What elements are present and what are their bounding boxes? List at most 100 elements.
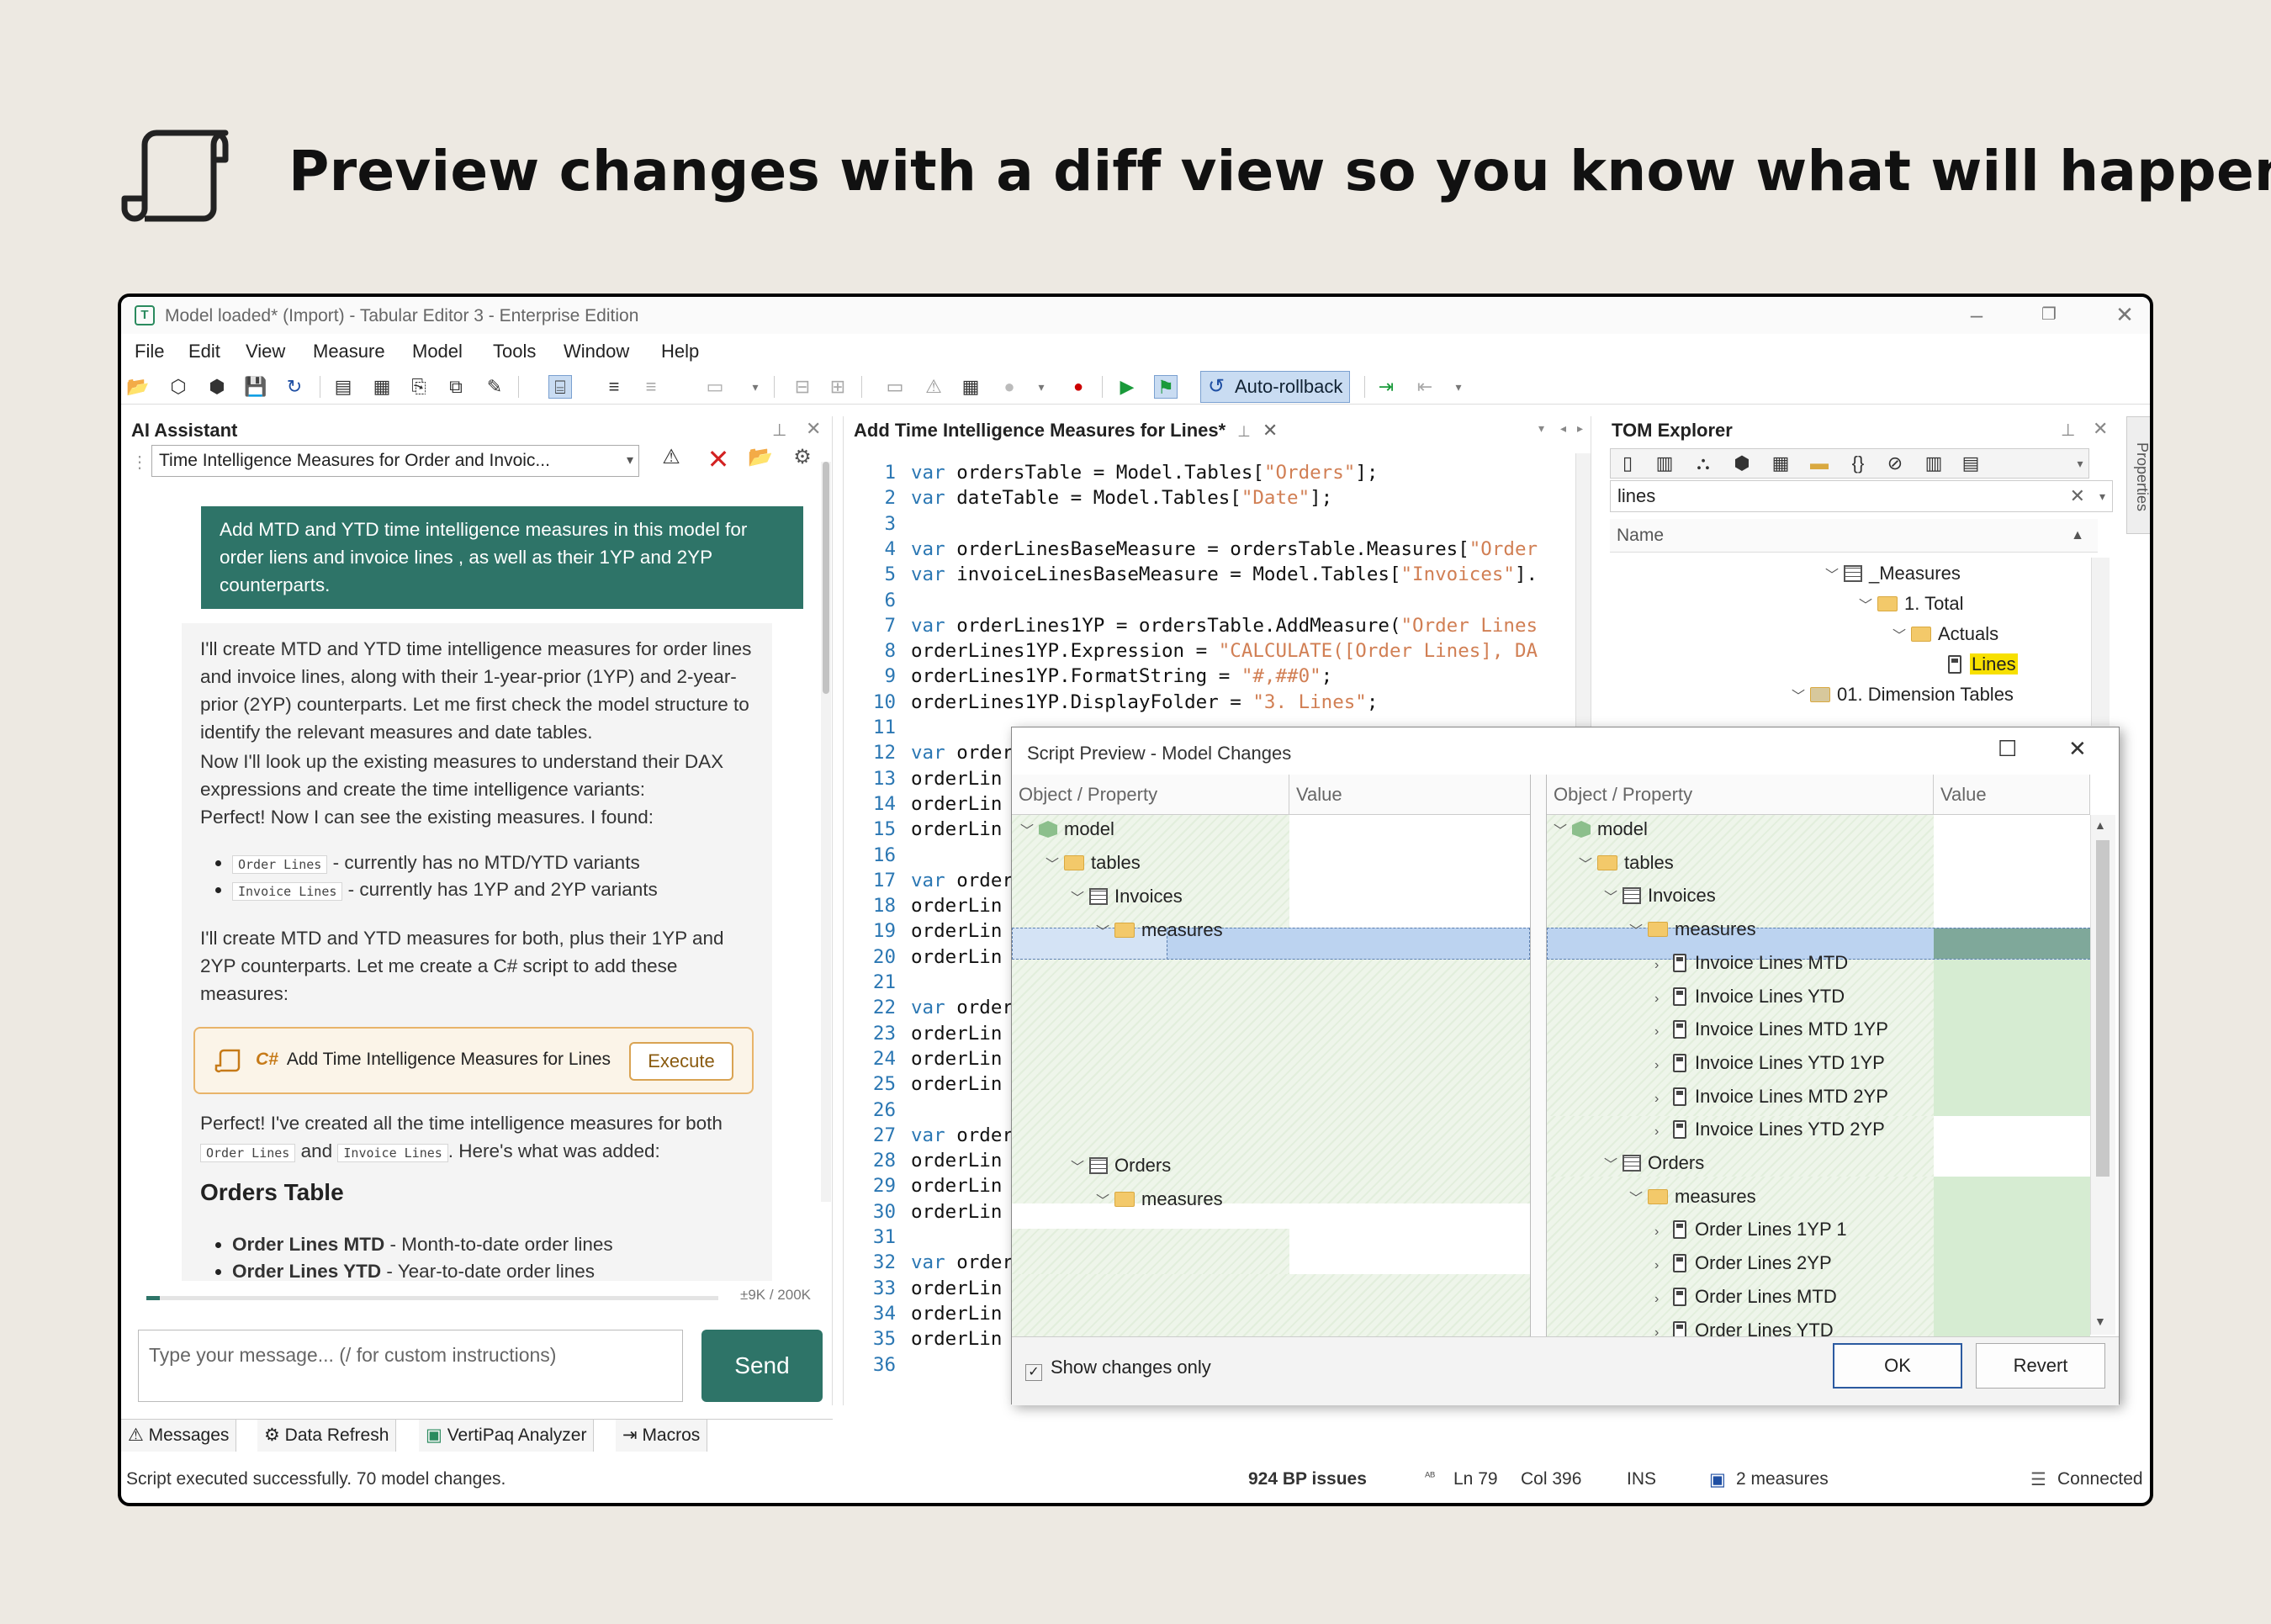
conversation-select[interactable]: Time Intelligence Measures for Order and… <box>151 445 639 477</box>
calendar-icon[interactable]: ▦ <box>1769 452 1792 475</box>
chat-input[interactable]: Type your message... (/ for custom instr… <box>138 1330 683 1402</box>
table-icon[interactable]: ▦ <box>959 375 982 399</box>
diff-tree-row[interactable]: ﹀ tables <box>1579 852 1674 874</box>
chevron-right-icon[interactable]: › <box>1654 1024 1673 1039</box>
tom-search-input[interactable]: lines ✕ ▾ <box>1610 480 2113 512</box>
clear-icon[interactable]: ✕ <box>703 443 733 474</box>
tree-node-actuals[interactable]: ﹀ Actuals <box>1892 623 1998 645</box>
diff-tree-row[interactable]: ﹀ Orders <box>1071 1155 1171 1177</box>
chevron-right-icon[interactable]: › <box>1654 958 1673 973</box>
columns-icon[interactable]: ▥ <box>1922 452 1945 475</box>
diff-tree-row[interactable]: › Invoice Lines MTD 1YP <box>1654 1018 1888 1040</box>
braces-icon[interactable]: {} <box>1846 452 1870 475</box>
new-diagram-icon[interactable]: ⎘ <box>407 375 431 399</box>
send-button[interactable]: Send <box>701 1330 823 1402</box>
chevron-down-icon[interactable]: ﹀ <box>1046 853 1064 873</box>
chevron-down-icon[interactable]: ﹀ <box>1096 920 1114 940</box>
left-object-header[interactable]: Object / Property <box>1012 775 1289 815</box>
diff-tree-row[interactable]: › Invoice Lines YTD 1YP <box>1654 1052 1885 1074</box>
chevron-down-icon[interactable]: ﹀ <box>1096 1189 1114 1209</box>
diff-tree-row[interactable]: ﹀ measures <box>1096 919 1223 941</box>
chevron-down-icon[interactable]: ﹀ <box>1604 886 1623 906</box>
scroll-right-icon[interactable]: ▸ <box>1577 421 1583 436</box>
menu-tools[interactable]: Tools <box>493 341 536 362</box>
perspective-icon[interactable]: ⬢ <box>1730 452 1754 475</box>
chevron-right-icon[interactable]: › <box>1654 1092 1673 1107</box>
menu-model[interactable]: Model <box>412 341 463 362</box>
refresh-icon[interactable]: ↻ <box>283 375 306 399</box>
ok-button[interactable]: OK <box>1833 1343 1962 1389</box>
chevron-down-icon[interactable]: ﹀ <box>1071 1156 1089 1176</box>
message-icon[interactable]: ⚠ <box>922 375 945 399</box>
tree-node-total[interactable]: ﹀ 1. Total <box>1859 593 1964 615</box>
chevron-down-icon[interactable]: ﹀ <box>1629 919 1648 939</box>
chevron-down-icon[interactable]: ﹀ <box>1071 886 1089 907</box>
diff-tree-row[interactable]: ﹀ Invoices <box>1604 885 1716 907</box>
new-pivot-icon[interactable]: ▦ <box>370 375 394 399</box>
scroll-down-icon[interactable]: ▼ <box>2094 1315 2106 1328</box>
diff-tree-row[interactable]: › Invoice Lines MTD <box>1654 952 1848 974</box>
menu-view[interactable]: View <box>246 341 285 362</box>
new-dax-query-icon[interactable]: ▤ <box>331 375 355 399</box>
diff-tree-row[interactable]: › Order Lines 1YP 1 <box>1654 1219 1847 1240</box>
diff-tree-row[interactable]: ﹀ tables <box>1046 852 1141 874</box>
tab-data-refresh[interactable]: ⚙ Data Refresh <box>257 1420 397 1452</box>
scroll-left-icon[interactable]: ◂ <box>1560 421 1566 436</box>
scroll-up-icon[interactable]: ▲ <box>2094 818 2106 832</box>
diff-tree-row[interactable]: › Order Lines 2YP <box>1654 1252 1832 1274</box>
minimize-icon[interactable]: – <box>1960 300 1993 329</box>
menu-help[interactable]: Help <box>661 341 699 362</box>
maximize-icon[interactable]: ☐ <box>1998 736 2017 762</box>
chevron-right-icon[interactable]: › <box>1654 1258 1673 1273</box>
tom-menu-dropdown-icon[interactable]: ▾ <box>2068 452 2092 475</box>
macro-dropdown-icon[interactable]: ▾ <box>1447 375 1470 399</box>
hidden-icon[interactable]: ⊘ <box>1883 452 1907 475</box>
close-panel-icon[interactable]: ✕ <box>2093 418 2108 440</box>
diff-tree-row[interactable]: ﹀ Orders <box>1604 1152 1704 1174</box>
run-selection-icon[interactable]: ⚑ <box>1154 375 1178 399</box>
menu-measure[interactable]: Measure <box>313 341 385 362</box>
table-folder-icon[interactable]: ▤ <box>1959 452 1982 475</box>
column-icon[interactable]: ▥ <box>1653 452 1676 475</box>
bulb-icon[interactable]: ● <box>998 375 1021 399</box>
indent-icon[interactable]: ≡ <box>602 375 626 399</box>
settings-gear-icon[interactable]: ⚙ <box>787 445 818 475</box>
deploy-icon[interactable]: ⬢ <box>205 375 229 399</box>
chevron-right-icon[interactable]: › <box>1654 1225 1673 1240</box>
pin-icon[interactable]: ⊥ <box>1237 423 1251 440</box>
diff-tree-row[interactable]: ﹀ measures <box>1629 918 1756 940</box>
chat-scrollbar[interactable] <box>821 462 831 1202</box>
left-value-header[interactable]: Value <box>1289 775 1533 815</box>
pin-icon[interactable]: ⊥ <box>2061 420 2075 441</box>
new-relationship-icon[interactable]: ⧉ <box>444 375 468 399</box>
restore-icon[interactable]: ❐ <box>2032 300 2066 329</box>
menu-window[interactable]: Window <box>564 341 629 362</box>
tom-column-header[interactable]: Name ▲ <box>1610 519 2098 553</box>
script-card[interactable]: C# Add Time Intelligence Measures for Lin… <box>193 1027 754 1094</box>
collapse-icon[interactable]: ⊟ <box>791 375 814 399</box>
tab-list-icon[interactable]: ▾ <box>1538 421 1544 436</box>
bulb-dropdown-icon[interactable]: ▾ <box>1030 375 1053 399</box>
record-icon[interactable]: ● <box>1067 375 1090 399</box>
scrollbar-thumb[interactable] <box>823 462 829 694</box>
menu-file[interactable]: File <box>135 341 164 362</box>
new-model-icon[interactable]: ⬡ <box>167 375 190 399</box>
close-panel-icon[interactable]: ✕ <box>806 418 821 440</box>
tree-node-lines[interactable]: Lines <box>1948 653 2018 675</box>
chevron-down-icon[interactable]: ﹀ <box>1579 853 1597 873</box>
format-icon[interactable]: ▭ <box>703 375 727 399</box>
format-dropdown-icon[interactable]: ▾ <box>744 375 767 399</box>
diff-tree-row[interactable]: ﹀ Invoices <box>1071 886 1183 907</box>
new-script-icon[interactable]: ✎ <box>483 375 506 399</box>
save-icon[interactable]: 💾 <box>244 375 267 399</box>
hierarchy-icon[interactable]: ⛬ <box>1691 452 1715 475</box>
diff-tree-row[interactable]: ﹀ measures <box>1629 1186 1756 1208</box>
diff-tree-row[interactable]: › Order Lines MTD <box>1654 1286 1837 1308</box>
macro-icon[interactable]: ⇥ <box>1374 375 1398 399</box>
close-tab-icon[interactable]: ✕ <box>1263 420 1278 441</box>
tab-messages[interactable]: ⚠ Messages <box>121 1420 237 1452</box>
dialog-close-icon[interactable]: ✕ <box>2068 736 2087 762</box>
diff-tree-row[interactable]: › Invoice Lines MTD 2YP <box>1654 1086 1888 1108</box>
tom-scrollbar[interactable] <box>2091 558 2110 726</box>
diff-tree-row[interactable]: ﹀ model <box>1020 818 1114 840</box>
